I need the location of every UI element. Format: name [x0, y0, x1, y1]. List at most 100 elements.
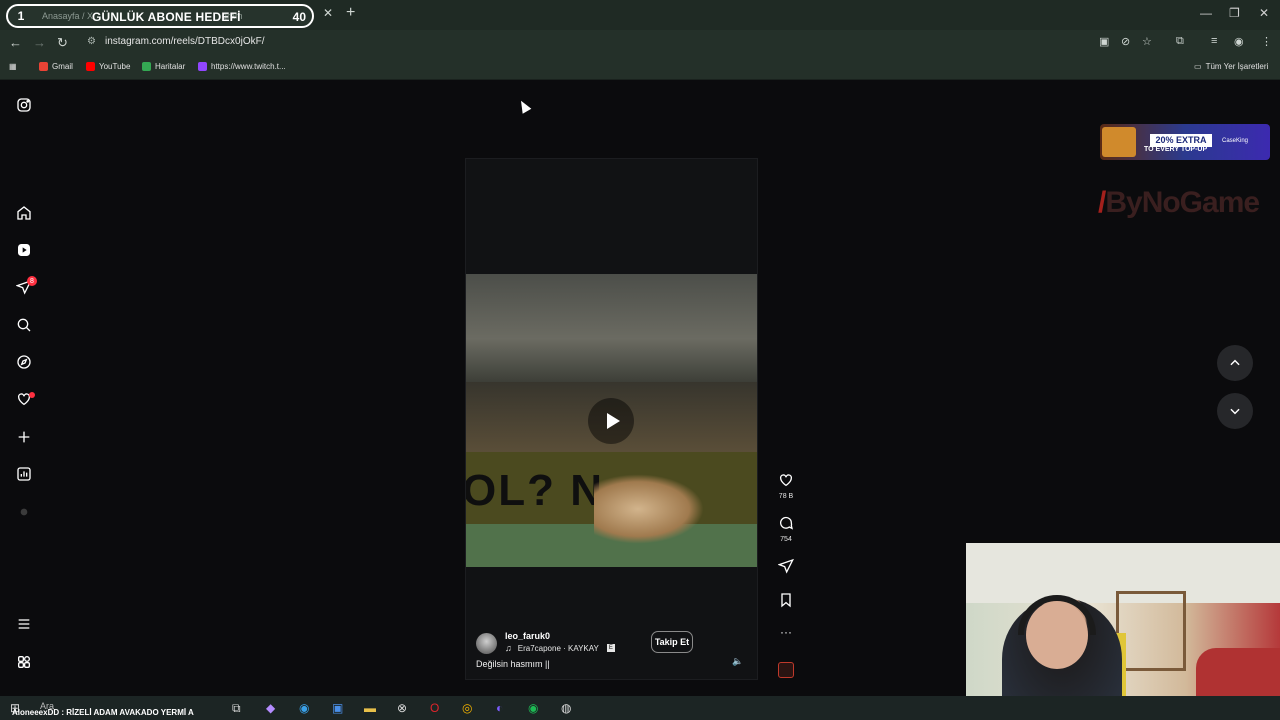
maps-icon	[142, 62, 151, 71]
video-crowd	[466, 274, 757, 382]
new-tab-icon[interactable]: +	[346, 4, 355, 22]
apps-grid-icon[interactable]: ▦	[9, 62, 17, 71]
author-avatar[interactable]	[476, 633, 497, 654]
stream-goal-label: GÜNLÜK ABONE HEDEFİ	[92, 10, 241, 24]
edge-icon[interactable]: ◉	[299, 701, 309, 715]
notification-badge: 8	[27, 276, 37, 286]
more-options-icon[interactable]: ···	[772, 625, 800, 639]
heart-icon	[780, 474, 792, 487]
bookmark-youtube[interactable]: YouTube	[86, 62, 130, 71]
profile-avatar-icon[interactable]: ◉	[1234, 35, 1244, 48]
bookmarks-bar: ▦ Gmail YouTube Haritalar https://www.tw…	[0, 55, 1280, 80]
follow-button[interactable]: Takip Et	[651, 631, 693, 653]
active-tab[interactable]: 1 Anasayfa / X gram GÜNLÜK ABONE HEDEFİ …	[6, 4, 314, 28]
chevron-up-icon	[1230, 359, 1240, 366]
copilot-icon[interactable]: ◆	[266, 701, 275, 715]
media-controls-icon[interactable]: ≡	[1211, 35, 1217, 47]
task-view-icon[interactable]: ⧉	[232, 701, 241, 716]
reels-icon[interactable]	[15, 241, 33, 259]
dashboard-icon[interactable]	[15, 465, 33, 483]
share-icon	[777, 558, 794, 574]
instagram-logo-icon[interactable]	[15, 96, 33, 114]
comment-icon	[780, 516, 793, 530]
play-button[interactable]	[588, 398, 634, 444]
author-username[interactable]: leo_faruk0	[505, 631, 550, 641]
audio-track[interactable]: ♫ Era7capone · KAYKAY E	[505, 643, 615, 653]
profile-avatar[interactable]	[15, 503, 33, 521]
reel-video[interactable]: OL? N	[466, 274, 757, 567]
volume-icon[interactable]: 🔈	[732, 656, 743, 667]
comment-button[interactable]: 754	[772, 515, 800, 543]
video-player-figure	[594, 474, 704, 544]
spotify-icon[interactable]: ◉	[528, 701, 538, 715]
obs-icon[interactable]: ◍	[561, 701, 571, 715]
also-from-meta-icon[interactable]	[15, 653, 33, 671]
forward-icon[interactable]: →	[33, 35, 46, 50]
opera-icon[interactable]: O	[430, 701, 439, 715]
explore-icon[interactable]	[15, 353, 33, 371]
like-count: 78 B	[778, 493, 794, 500]
minimize-icon[interactable]: —	[1200, 6, 1212, 20]
sponsor-banner: 20% EXTRA TO EVERY TOP-UP CaseKing	[1100, 124, 1270, 160]
explicit-badge: E	[606, 644, 615, 652]
folder-icon: ▭	[1194, 62, 1202, 71]
home-icon[interactable]	[15, 204, 33, 222]
audio-thumbnail[interactable]	[778, 662, 794, 678]
save-button[interactable]	[772, 592, 800, 613]
window-close-icon[interactable]: ✕	[1259, 6, 1269, 20]
like-button[interactable]: 78 B	[772, 472, 800, 500]
previous-reel-button[interactable]	[1217, 345, 1253, 381]
youtube-icon	[86, 62, 95, 71]
extensions-icon[interactable]: ⧉	[1176, 35, 1184, 48]
bookmark-maps[interactable]: Haritalar	[142, 62, 185, 71]
chevron-down-icon	[1230, 408, 1240, 415]
mail-icon[interactable]: ▣	[332, 701, 343, 715]
reel-card[interactable]: OL? N leo_faruk0 ♫ Era7capone · KAYKAY E…	[465, 158, 758, 680]
install-app-icon[interactable]: ▣	[1099, 35, 1109, 48]
bookmark-star-icon[interactable]: ☆	[1142, 35, 1152, 48]
webcam-shelf	[1116, 591, 1186, 671]
notification-dot	[29, 392, 35, 398]
streamer-webcam	[966, 543, 1280, 720]
stream-goal-count: 40	[292, 10, 306, 24]
tab-ghost-title: Anasayfa / X	[42, 11, 94, 21]
share-button[interactable]	[772, 558, 800, 579]
create-plus-icon[interactable]	[15, 428, 33, 446]
address-toolbar: ← → ↻ ⚙ instagram.com/reels/DTBDcx0jOkF/…	[0, 30, 1280, 55]
bookmark-icon	[781, 593, 791, 608]
bookmark-twitch[interactable]: https://www.twitch.t...	[198, 62, 286, 71]
tab-close-icon[interactable]: ✕	[323, 6, 333, 20]
gmail-icon	[39, 62, 48, 71]
sponsor-logo: CaseKing	[1222, 138, 1249, 144]
tracking-protection-icon[interactable]: ⊘	[1121, 35, 1130, 48]
discord-icon[interactable]: ◐	[496, 701, 503, 715]
omnibox[interactable]: ⚙ instagram.com/reels/DTBDcx0jOkF/	[80, 32, 1090, 53]
audio-title: Era7capone · KAYKAY	[517, 643, 599, 653]
xbox-icon[interactable]: ⊗	[397, 701, 407, 715]
tab-number: 1	[17, 9, 25, 23]
sponsor-topup: TO EVERY TOP-UP	[1144, 146, 1208, 153]
mouse-cursor-icon	[516, 98, 532, 114]
browser-menu-icon[interactable]: ⋮	[1261, 35, 1272, 48]
more-menu-icon[interactable]	[15, 615, 33, 633]
file-explorer-icon[interactable]: ▬	[364, 701, 376, 715]
twitch-icon	[198, 62, 207, 71]
chat-ticker: AloneeexDD : RİZELİ ADAM AVAKADO YERMİ A	[12, 708, 194, 717]
site-info-icon[interactable]: ⚙	[87, 36, 96, 47]
next-reel-button[interactable]	[1217, 393, 1253, 429]
restore-icon[interactable]: ❐	[1229, 6, 1240, 20]
bynogame-logo: /ByNoGame	[1098, 186, 1260, 219]
reload-icon[interactable]: ↻	[57, 35, 68, 51]
search-icon[interactable]	[15, 316, 33, 334]
play-icon	[606, 413, 620, 429]
comment-count: 754	[780, 536, 792, 543]
url-text[interactable]: instagram.com/reels/DTBDcx0jOkF/	[105, 36, 264, 47]
all-bookmarks[interactable]: ▭ Tüm Yer İşaretleri	[1194, 62, 1268, 71]
chrome-icon[interactable]: ◎	[462, 701, 472, 715]
browser-tab-strip: 1 Anasayfa / X gram GÜNLÜK ABONE HEDEFİ …	[0, 0, 1280, 30]
sponsor-box-image	[1102, 127, 1136, 157]
bookmark-gmail[interactable]: Gmail	[39, 62, 73, 71]
music-note-icon: ♫	[505, 643, 512, 653]
reel-caption: Değilsin hasmım ||	[476, 659, 550, 669]
back-icon[interactable]: ←	[9, 35, 22, 50]
